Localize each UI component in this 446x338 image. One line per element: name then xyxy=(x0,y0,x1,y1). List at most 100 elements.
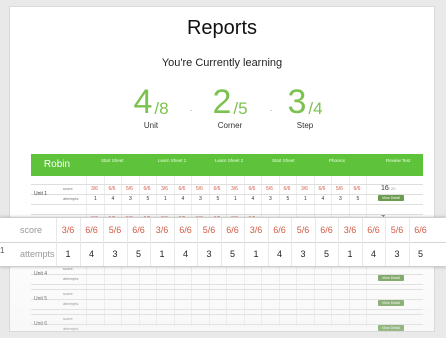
attempts-cell: 4 xyxy=(181,196,185,202)
strip-column-line xyxy=(408,218,410,266)
score-cell: 3/6 xyxy=(231,186,238,192)
attempts-row-label: attempts xyxy=(63,301,79,306)
score-cell: 6/6 xyxy=(283,186,291,192)
review-total-value: 16 xyxy=(381,185,389,192)
sheet-header: Learn Sheet 1 xyxy=(158,158,187,163)
corner-value: 2 xyxy=(212,83,232,121)
strip-score-cell: 5/6 xyxy=(390,225,404,235)
strip-column-line xyxy=(103,218,104,266)
strip-attempts-cell: 5 xyxy=(417,249,423,259)
page-subtitle: You're Currently learning xyxy=(161,57,283,69)
attempts-cell: 5 xyxy=(216,196,220,202)
attempts-cell: 1 xyxy=(94,196,97,202)
strip-column-line xyxy=(220,218,222,266)
unit-total: /8 xyxy=(154,99,169,118)
strip-attempts-cell: 5 xyxy=(323,249,329,259)
strip-score-cell: 6/6 xyxy=(179,225,192,235)
strip-score-cell: 6/6 xyxy=(226,225,239,235)
separator-dot: · xyxy=(269,105,273,116)
strip-attempts-cell: 4 xyxy=(370,249,376,259)
grid-row-line xyxy=(31,314,423,315)
score-cell: 6/6 xyxy=(178,186,186,192)
strip-score-cell: 6/6 xyxy=(367,225,380,235)
strip-column-line xyxy=(291,218,292,266)
strip-column-line xyxy=(173,218,175,266)
attempts-cell: 4 xyxy=(111,196,115,202)
strip-column-line xyxy=(150,218,151,266)
view-detail-button[interactable]: View Detail xyxy=(378,275,404,281)
attempts-cell: 3 xyxy=(339,196,342,202)
score-cell: 6/6 xyxy=(108,186,116,192)
corner-total: /5 xyxy=(233,99,248,118)
attempts-row-label: attempts xyxy=(63,326,79,331)
learner-name: Robin xyxy=(43,159,71,170)
step-value: 3 xyxy=(287,83,307,121)
sheet-header: Learn Sheet 2 xyxy=(215,158,244,163)
score-cell: 3/6 xyxy=(161,186,168,192)
strip-column-line xyxy=(267,218,269,266)
unit-progress: 4/8 Unit xyxy=(121,85,181,130)
strip-edge-label: 1 xyxy=(0,246,5,255)
strip-score-cell: 3/6 xyxy=(61,225,75,235)
page-title: Reports xyxy=(186,17,258,39)
corner-label: Corner xyxy=(217,121,243,130)
strip-column-line xyxy=(244,218,245,266)
attempts-cell: 3 xyxy=(129,196,132,202)
attempts-cell: 1 xyxy=(164,196,167,202)
strip-attempts-cell: 1 xyxy=(253,249,259,259)
separator-dot: · xyxy=(189,105,193,116)
attempts-cell: 5 xyxy=(146,196,150,202)
attempts-cell: 1 xyxy=(304,196,307,202)
strip-score-cell: 6/6 xyxy=(273,225,286,235)
strip-column-line xyxy=(385,218,386,266)
attempts-cell: 4 xyxy=(321,196,325,202)
strip-attempts-cell: 4 xyxy=(182,249,188,259)
score-row-label: score xyxy=(63,291,73,296)
score-cell: 6/6 xyxy=(248,186,256,192)
zoomed-row-strip: 1 score attempts 3/6 6/6 5/6 6/6 3/6 6/6 5/6 6/… xyxy=(0,217,446,267)
step-progress: 3/4 Step xyxy=(275,85,335,130)
score-cell: 6/6 xyxy=(318,186,326,192)
strip-score-cell: 6/6 xyxy=(320,225,333,235)
grid-row-line xyxy=(31,284,423,285)
score-row-label: score xyxy=(63,186,73,191)
strip-column-line xyxy=(126,218,128,266)
strip-column-line xyxy=(314,218,316,266)
strip-attempts-cell: 3 xyxy=(112,249,118,259)
attempts-row-label: attempts xyxy=(63,196,79,201)
grid-row-line xyxy=(31,204,423,205)
strip-score-cell: 6/6 xyxy=(132,225,145,235)
grid-row-line xyxy=(31,214,423,215)
unit-name: Unit 4 xyxy=(34,271,48,277)
sheet-header: Phonics xyxy=(329,158,346,163)
view-detail-button[interactable]: View Detail xyxy=(378,300,404,306)
strip-score-label: score xyxy=(20,225,43,235)
view-detail-button[interactable]: View Detail xyxy=(378,195,404,201)
grid-row-line xyxy=(31,274,423,275)
sheet-header: Start Sheet xyxy=(101,158,124,163)
strip-attempts-label: attempts xyxy=(20,249,55,259)
strip-score-cell: 5/6 xyxy=(202,225,216,235)
strip-attempts-cell: 1 xyxy=(65,249,71,259)
view-detail-button[interactable]: View Detail xyxy=(378,325,404,331)
sheet-header: Start Sheet xyxy=(272,158,295,163)
score-cell: 5/6 xyxy=(266,186,273,192)
strip-attempts-cell: 1 xyxy=(347,249,353,259)
strip-attempts-cell: 4 xyxy=(88,249,94,259)
step-total: /4 xyxy=(308,99,323,118)
strip-score-cell: 5/6 xyxy=(296,225,310,235)
sheet-header: Review Test xyxy=(386,158,411,163)
unit-name: Unit 1 xyxy=(34,191,48,197)
strip-score-cell: 6/6 xyxy=(414,225,427,235)
review-total-of: / 20 xyxy=(388,186,396,191)
attempts-cell: 3 xyxy=(199,196,202,202)
score-cell: 5/6 xyxy=(196,186,203,192)
score-cell: 3/6 xyxy=(301,186,308,192)
score-cell: 6/6 xyxy=(213,186,221,192)
strip-column-line xyxy=(197,218,198,266)
strip-column-line xyxy=(361,218,363,266)
attempts-cell: 5 xyxy=(356,196,360,202)
score-cell: 5/6 xyxy=(336,186,343,192)
corner-progress: 2/5 Corner xyxy=(200,85,260,130)
strip-attempts-cell: 3 xyxy=(394,249,400,259)
